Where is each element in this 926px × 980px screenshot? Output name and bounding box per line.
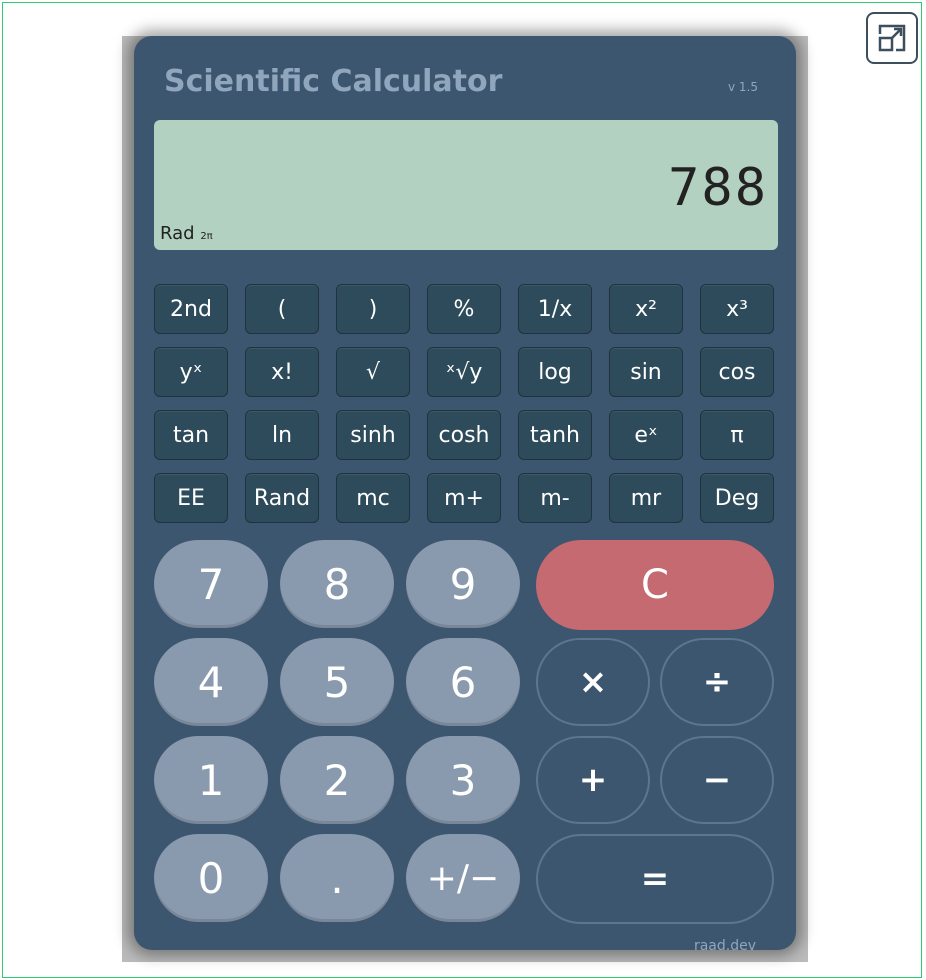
key-0[interactable]: 0 [154, 834, 268, 922]
square-button[interactable]: x² [609, 284, 683, 334]
memory-subtract-button[interactable]: m- [518, 473, 592, 523]
rand-button[interactable]: Rand [245, 473, 319, 523]
close-paren-button[interactable]: ) [336, 284, 410, 334]
display-screen: 788 Rad 2π [154, 120, 778, 250]
ln-button[interactable]: ln [245, 410, 319, 460]
memory-add-button[interactable]: m+ [427, 473, 501, 523]
2nd-button[interactable]: 2nd [154, 284, 228, 334]
key-3[interactable]: 3 [406, 736, 520, 824]
memory-recall-button[interactable]: mr [609, 473, 683, 523]
expand-icon [878, 24, 906, 52]
clear-button[interactable]: C [536, 540, 774, 630]
decimal-button[interactable]: . [280, 834, 394, 922]
key-2[interactable]: 2 [280, 736, 394, 824]
cos-button[interactable]: cos [700, 347, 774, 397]
sin-button[interactable]: sin [609, 347, 683, 397]
factorial-button[interactable]: x! [245, 347, 319, 397]
add-button[interactable]: + [536, 736, 650, 824]
tan-button[interactable]: tan [154, 410, 228, 460]
deg-button[interactable]: Deg [700, 473, 774, 523]
calculator: Scientific Calculator v 1.5 788 Rad 2π 2… [134, 36, 796, 954]
version-label: v 1.5 [728, 80, 758, 94]
percent-button[interactable]: % [427, 284, 501, 334]
subtract-button[interactable]: − [660, 736, 774, 824]
angle-mode-sub: 2π [200, 231, 213, 242]
app-title: Scientific Calculator [164, 64, 503, 99]
key-5[interactable]: 5 [280, 638, 394, 726]
display-value: 788 [668, 158, 768, 218]
exp-button[interactable]: eˣ [609, 410, 683, 460]
equals-button[interactable]: = [536, 834, 774, 924]
open-paren-button[interactable]: ( [245, 284, 319, 334]
memory-clear-button[interactable]: mc [336, 473, 410, 523]
ee-button[interactable]: EE [154, 473, 228, 523]
reciprocal-button[interactable]: 1/x [518, 284, 592, 334]
key-1[interactable]: 1 [154, 736, 268, 824]
angle-mode-label: Rad [160, 223, 195, 244]
divide-button[interactable]: ÷ [660, 638, 774, 726]
xth-root-button[interactable]: ˣ√y [427, 347, 501, 397]
tanh-button[interactable]: tanh [518, 410, 592, 460]
key-6[interactable]: 6 [406, 638, 520, 726]
function-keypad: 2nd ()% 1/x x² x³ yˣ x! √ ˣ√y log sin cos tan ln sinh c… [154, 284, 778, 523]
sqrt-button[interactable]: √ [336, 347, 410, 397]
power-button[interactable]: yˣ [154, 347, 228, 397]
sinh-button[interactable]: sinh [336, 410, 410, 460]
key-7[interactable]: 7 [154, 540, 268, 628]
cosh-button[interactable]: cosh [427, 410, 501, 460]
multiply-button[interactable]: × [536, 638, 650, 726]
brand-label: raad.dev [693, 938, 756, 954]
pi-button[interactable]: π [700, 410, 774, 460]
sign-toggle-button[interactable]: +/− [406, 834, 520, 922]
angle-mode: Rad 2π [160, 223, 213, 244]
key-4[interactable]: 4 [154, 638, 268, 726]
expand-button[interactable] [866, 12, 918, 64]
cube-button[interactable]: x³ [700, 284, 774, 334]
key-9[interactable]: 9 [406, 540, 520, 628]
key-8[interactable]: 8 [280, 540, 394, 628]
log-button[interactable]: log [518, 347, 592, 397]
